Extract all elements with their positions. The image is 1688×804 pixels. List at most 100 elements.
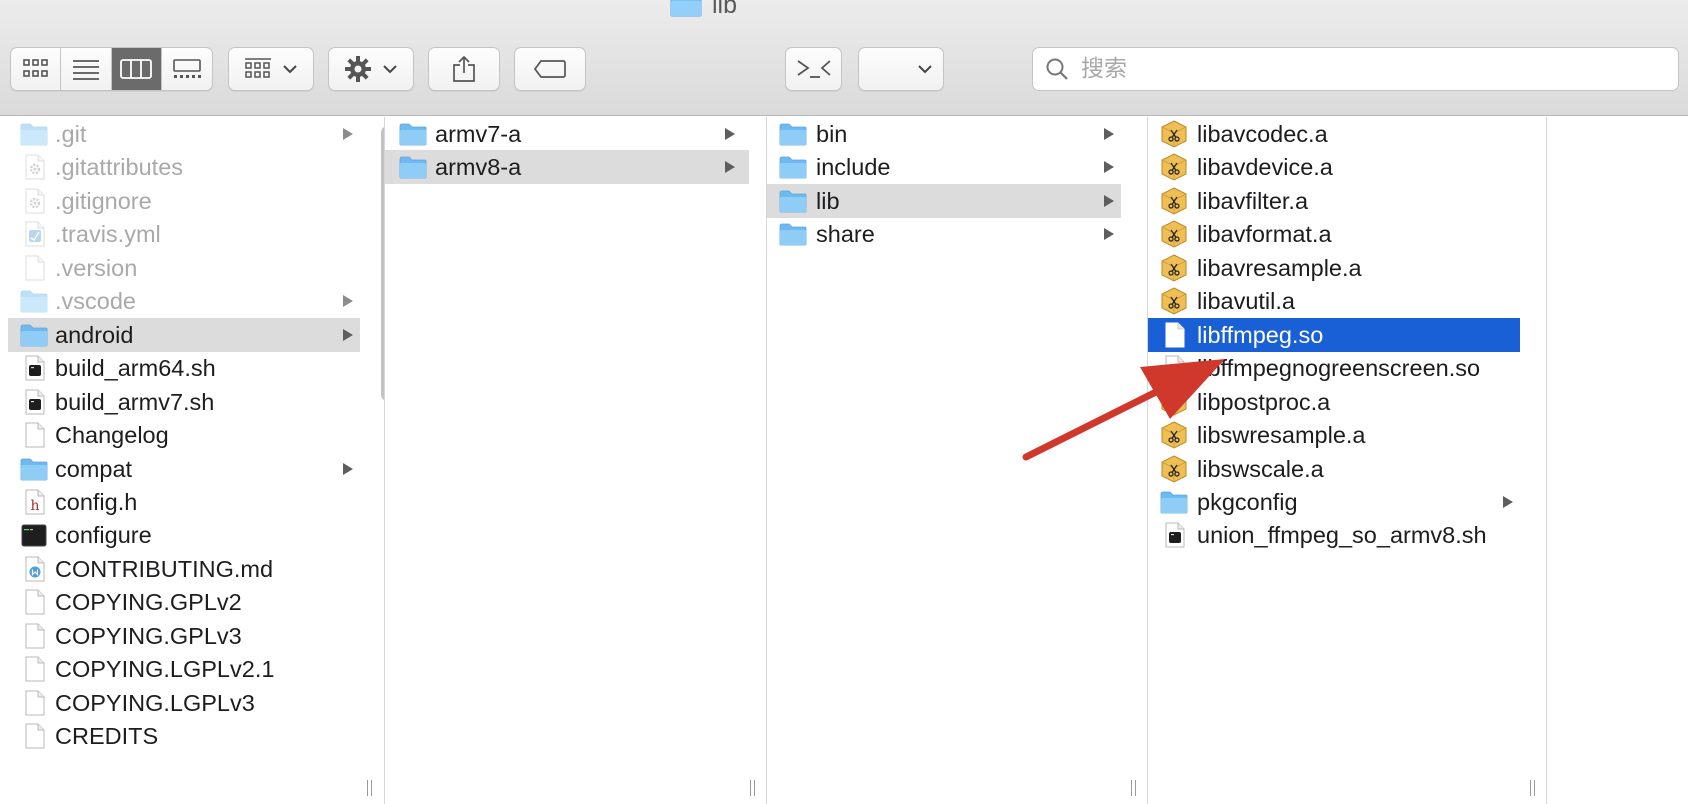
shell-script-icon xyxy=(1165,522,1185,548)
file-row[interactable]: CONTRIBUTING.md xyxy=(8,552,360,586)
file-row[interactable]: .gitattributes xyxy=(8,150,360,184)
disclosure-arrow-icon xyxy=(1104,128,1114,140)
row-label: include xyxy=(816,154,891,181)
folder-row[interactable]: android xyxy=(8,317,360,352)
toolbar-popup-button[interactable] xyxy=(858,47,944,91)
window-title: lib xyxy=(670,0,737,20)
file-row[interactable]: libavformat.a xyxy=(1148,217,1520,251)
column-resize-handle[interactable] xyxy=(1530,780,1540,796)
row-icon: h xyxy=(20,488,48,516)
svg-text:h: h xyxy=(30,498,39,514)
file-row[interactable]: .travis.yml xyxy=(8,217,360,251)
blank-file-icon xyxy=(1165,322,1185,348)
shell-script-icon xyxy=(25,389,45,415)
row-label: CONTRIBUTING.md xyxy=(55,555,274,582)
column-resize-handle[interactable] xyxy=(367,780,377,796)
file-row[interactable]: build_armv7.sh xyxy=(8,385,360,419)
file-row[interactable]: libffmpeg.so xyxy=(1148,317,1520,352)
blank-file-icon xyxy=(25,589,45,615)
folder-row[interactable]: .git xyxy=(8,117,360,151)
file-row[interactable]: union_ffmpeg_so_armv8.sh xyxy=(1148,518,1520,552)
gallery-view-button[interactable] xyxy=(162,48,212,90)
column-divider xyxy=(1546,117,1547,804)
row-icon xyxy=(779,120,807,148)
search-field[interactable] xyxy=(1032,47,1679,91)
file-row[interactable]: libavdevice.a xyxy=(1148,150,1520,184)
row-label: COPYING.GPLv3 xyxy=(55,622,242,649)
column-resize-handle[interactable] xyxy=(1131,780,1141,796)
gear-file-icon xyxy=(25,154,45,180)
row-label: lib xyxy=(816,187,840,214)
folder-icon xyxy=(20,458,48,480)
action-menu-button[interactable] xyxy=(328,47,414,91)
icon-view-button[interactable] xyxy=(11,48,62,90)
row-icon xyxy=(20,187,48,215)
folder-row[interactable]: pkgconfig xyxy=(1148,485,1520,519)
folder-row[interactable]: compat xyxy=(8,452,360,486)
row-icon xyxy=(1160,321,1188,349)
magnifier-icon xyxy=(1046,58,1068,80)
folder-row[interactable]: lib xyxy=(767,183,1121,218)
annotation-arrow-icon xyxy=(1022,359,1225,461)
row-icon xyxy=(779,153,807,181)
row-icon xyxy=(20,588,48,616)
row-label: libavformat.a xyxy=(1197,221,1332,248)
file-row[interactable]: configure xyxy=(8,518,360,552)
row-icon xyxy=(1160,488,1188,516)
folder-row[interactable]: .vscode xyxy=(8,284,360,318)
markdown-file-icon xyxy=(25,556,45,582)
archive-file-icon xyxy=(1161,187,1187,215)
folder-row[interactable]: include xyxy=(767,150,1121,184)
file-row[interactable]: COPYING.LGPLv2.1 xyxy=(8,652,360,686)
list-view-button[interactable] xyxy=(61,48,112,90)
blank-file-icon xyxy=(25,422,45,448)
list-lines-icon xyxy=(72,60,99,80)
terminal-exec-icon xyxy=(21,524,47,547)
window-title-text: lib xyxy=(712,0,738,19)
disclosure-arrow-icon xyxy=(725,161,735,174)
row-label: COPYING.LGPLv2.1 xyxy=(55,656,275,683)
folder-icon xyxy=(779,223,807,246)
group-grid-icon xyxy=(245,58,271,78)
file-row[interactable]: libavcodec.a xyxy=(1148,117,1520,151)
row-icon xyxy=(1160,153,1188,181)
column-view-button[interactable] xyxy=(111,48,162,90)
row-label: armv8-a xyxy=(435,154,522,181)
search-input[interactable] xyxy=(1079,55,1643,83)
folder-row[interactable]: armv7-a xyxy=(385,117,749,151)
chevron-down-icon xyxy=(383,65,397,74)
file-row[interactable]: .gitignore xyxy=(8,184,360,218)
folder-row[interactable]: armv8-a xyxy=(385,150,749,185)
file-row[interactable]: CREDITS xyxy=(8,719,360,753)
folder-row[interactable]: bin xyxy=(767,117,1121,151)
blank-file-icon xyxy=(25,255,45,281)
row-label: COPYING.GPLv2 xyxy=(55,589,242,616)
file-row[interactable]: build_arm64.sh xyxy=(8,351,360,385)
group-by-button[interactable] xyxy=(228,47,314,91)
open-terminal-button[interactable] xyxy=(785,47,842,91)
row-label: build_armv7.sh xyxy=(55,388,215,415)
file-row[interactable]: libavutil.a xyxy=(1148,284,1520,318)
blank-file-icon xyxy=(25,656,45,682)
row-icon xyxy=(20,321,48,349)
file-row[interactable]: libavfilter.a xyxy=(1148,184,1520,218)
folder-icon xyxy=(20,324,48,347)
file-row[interactable]: COPYING.GPLv3 xyxy=(8,619,360,653)
file-row[interactable]: libavresample.a xyxy=(1148,251,1520,285)
file-row[interactable]: h config.h xyxy=(8,485,360,519)
tags-button[interactable] xyxy=(514,47,586,91)
file-row[interactable]: COPYING.GPLv2 xyxy=(8,585,360,619)
folder-row[interactable]: share xyxy=(767,217,1121,251)
row-icon xyxy=(20,455,48,483)
row-label: libffmpeg.so xyxy=(1197,321,1324,348)
row-label: .version xyxy=(55,254,138,281)
row-icon xyxy=(20,521,48,549)
row-label: .git xyxy=(55,121,87,147)
column-resize-handle[interactable] xyxy=(750,780,760,796)
file-row[interactable]: Changelog xyxy=(8,418,360,452)
share-button[interactable] xyxy=(428,47,500,91)
row-label: .vscode xyxy=(55,288,136,315)
file-row[interactable]: COPYING.LGPLv3 xyxy=(8,686,360,720)
file-row[interactable]: .version xyxy=(8,251,360,285)
gallery-icon xyxy=(173,59,201,78)
